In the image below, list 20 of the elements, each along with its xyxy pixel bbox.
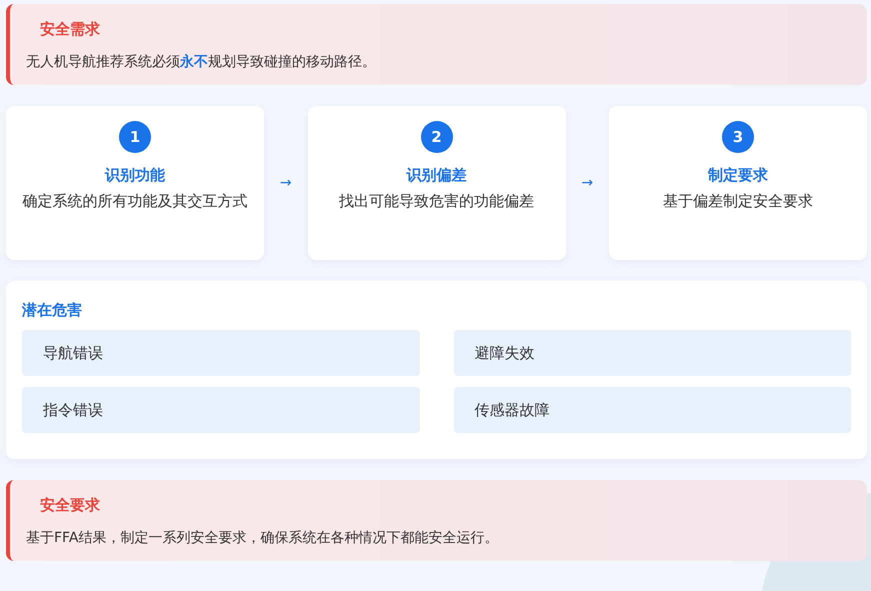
step-number-badge: 1 xyxy=(119,121,151,153)
step-description: 找出可能导致危害的功能偏差 xyxy=(339,191,534,212)
hazard-item: 指令错误 xyxy=(22,387,420,433)
alert-title: 安全要求 xyxy=(40,496,101,515)
hazard-item: 避障失效 xyxy=(454,330,851,376)
hazard-item: 传感器故障 xyxy=(454,387,851,433)
step-number-badge: 3 xyxy=(722,121,754,153)
step-title: 识别偏差 xyxy=(406,166,466,185)
alert-text: 无人机导航推荐系统必须永不规划导致碰撞的移动路径。 xyxy=(26,53,377,71)
step-description: 确定系统的所有功能及其交互方式 xyxy=(22,191,248,212)
alert-title: 安全需求 xyxy=(40,20,101,39)
arrow-icon: → xyxy=(264,175,308,191)
step-title: 制定要求 xyxy=(708,166,768,185)
alert-text: 基于FFA结果，制定一系列安全要求，确保系统在各种情况下都能安全运行。 xyxy=(26,529,500,547)
step-title: 识别功能 xyxy=(105,166,165,185)
step-number-badge: 2 xyxy=(420,121,452,153)
step-description: 基于偏差制定安全要求 xyxy=(663,191,813,212)
hazard-item: 导航错误 xyxy=(22,330,420,376)
panel-title: 潜在危害 xyxy=(22,301,83,320)
arrow-icon: → xyxy=(566,175,609,191)
